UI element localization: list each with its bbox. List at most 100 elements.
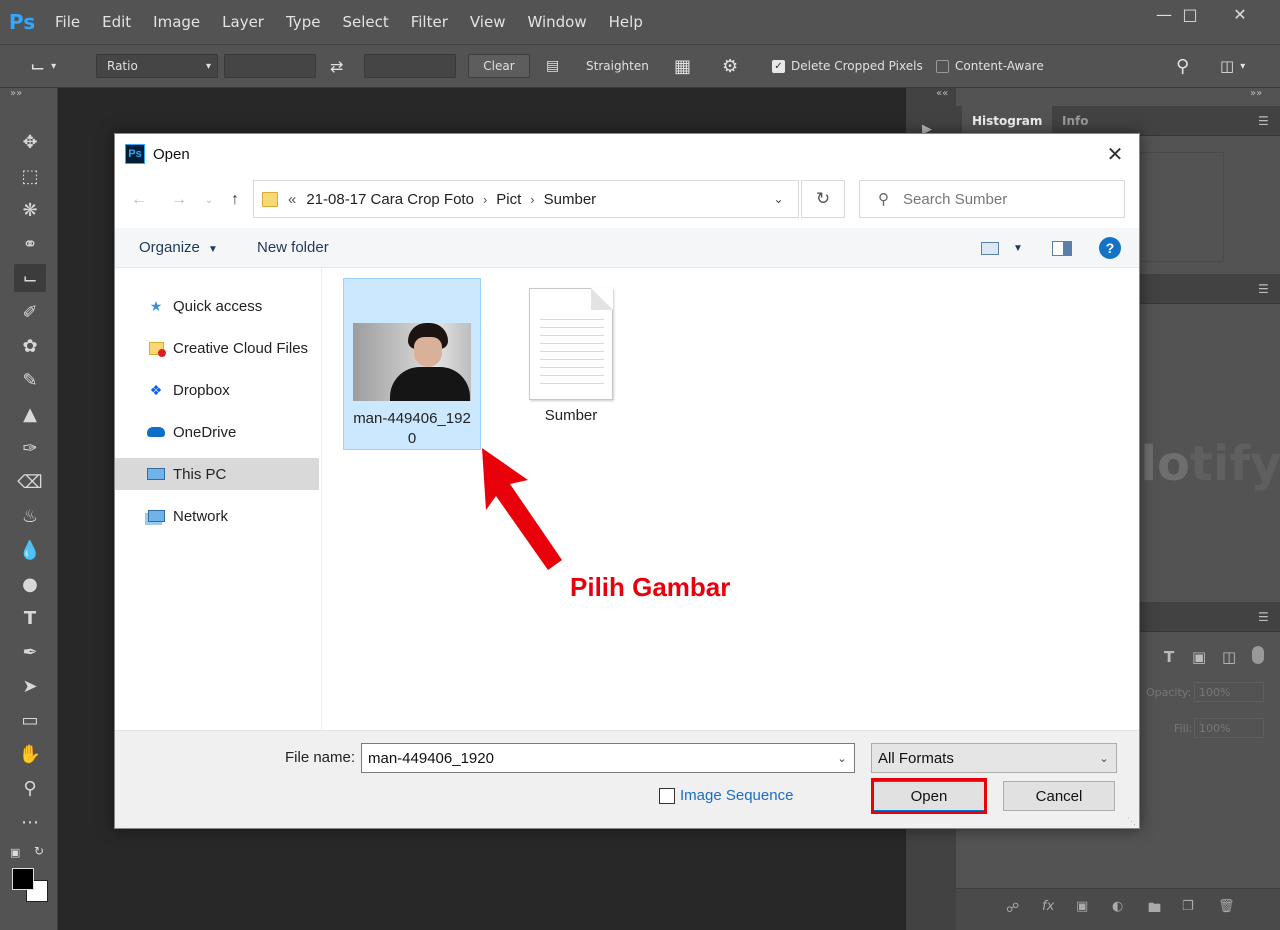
chevron-down-icon[interactable]: ⌄ xyxy=(758,181,798,217)
crop-tool-preset-icon[interactable]: ⌙ ▾ xyxy=(30,54,78,78)
link-layers-icon[interactable]: ☍ xyxy=(1006,901,1019,916)
tab-info[interactable]: Info xyxy=(1052,106,1098,136)
toolbox-expand-icon[interactable]: »» xyxy=(10,88,22,99)
new-folder-button[interactable]: New folder xyxy=(257,239,329,256)
panel-menu-icon[interactable]: ☰ xyxy=(1258,282,1272,296)
swap-icon[interactable]: ⇄ xyxy=(330,54,343,78)
new-group-icon[interactable]: 🖿 xyxy=(1148,899,1161,921)
delete-cropped-checkbox[interactable]: ✓ Delete Cropped Pixels xyxy=(772,54,923,78)
dialog-close-icon[interactable]: ✕ xyxy=(1101,140,1129,168)
lasso-tool-icon[interactable]: ❋ xyxy=(14,196,46,224)
content-aware-checkbox[interactable]: Content-Aware xyxy=(936,54,1044,78)
file-item-document[interactable]: Sumber xyxy=(509,278,633,428)
breadcrumb-separator-icon[interactable]: › xyxy=(483,192,487,207)
search-icon[interactable]: ⚲ xyxy=(1176,54,1189,78)
rectangle-tool-icon[interactable]: ▭ xyxy=(14,706,46,734)
menu-filter[interactable]: Filter xyxy=(400,0,459,44)
ratio-select[interactable]: Ratio ▾ xyxy=(96,54,218,78)
dodge-tool-icon[interactable]: ● xyxy=(14,570,46,598)
type-tool-icon[interactable]: T xyxy=(14,604,46,632)
menu-help[interactable]: Help xyxy=(598,0,654,44)
move-tool-icon[interactable]: ✥ xyxy=(14,128,46,156)
zoom-tool-icon[interactable]: ⚲ xyxy=(14,774,46,802)
nav-item-this-pc[interactable]: This PC xyxy=(115,458,319,490)
menu-image[interactable]: Image xyxy=(142,0,211,44)
smart-object-filter-icon[interactable]: ◫ xyxy=(1222,648,1236,666)
workspace-icon[interactable]: ◫ ▾ xyxy=(1220,54,1245,78)
brush-tool-icon[interactable]: ✎ xyxy=(14,366,46,394)
path-selection-tool-icon[interactable]: ➤ xyxy=(14,672,46,700)
eyedropper-tool-icon[interactable]: ✐ xyxy=(14,298,46,326)
maximize-icon[interactable]: □ xyxy=(1166,0,1214,28)
preview-pane-icon[interactable] xyxy=(1051,236,1073,260)
file-item-image[interactable]: man-449406_1920 xyxy=(343,278,481,450)
help-icon[interactable]: ? xyxy=(1099,236,1121,260)
refresh-icon[interactable]: ↻ xyxy=(801,180,845,218)
tab-histogram[interactable]: Histogram xyxy=(962,106,1053,136)
panel-menu-icon[interactable]: ☰ xyxy=(1258,610,1272,624)
back-arrow-icon[interactable]: ← xyxy=(127,188,151,212)
breadcrumb-item[interactable]: Pict xyxy=(496,191,521,208)
straighten-icon[interactable]: ▤ xyxy=(546,54,559,78)
menu-layer[interactable]: Layer xyxy=(211,0,275,44)
history-brush-tool-icon[interactable]: ✑ xyxy=(14,434,46,462)
crop-tool-icon[interactable]: ⌙ xyxy=(14,264,46,292)
ratio-width-input[interactable] xyxy=(224,54,316,78)
menu-view[interactable]: View xyxy=(459,0,517,44)
organize-button[interactable]: Organize ▼ xyxy=(139,239,218,256)
fill-field[interactable]: 100% xyxy=(1194,718,1264,738)
address-bar[interactable]: « 21-08-17 Cara Crop Foto › Pict › Sumbe… xyxy=(253,180,799,218)
menu-file[interactable]: File xyxy=(44,0,91,44)
nav-item-network[interactable]: Network xyxy=(115,500,319,532)
blur-tool-icon[interactable]: 💧 xyxy=(14,536,46,564)
healing-brush-tool-icon[interactable]: ✿ xyxy=(14,332,46,360)
add-mask-icon[interactable]: ▣ xyxy=(1076,899,1088,914)
more-tools-icon[interactable]: ⋯ xyxy=(14,808,46,836)
breadcrumb-overflow[interactable]: « xyxy=(288,191,296,208)
menu-type[interactable]: Type xyxy=(275,0,331,44)
gear-icon[interactable]: ⚙ xyxy=(722,54,738,78)
shape-filter-icon[interactable]: ▣ xyxy=(1192,648,1206,666)
filter-toggle[interactable] xyxy=(1252,646,1264,664)
search-input[interactable]: ⚲ Search Sumber xyxy=(859,180,1125,218)
up-arrow-icon[interactable]: ↑ xyxy=(223,188,247,212)
swap-colors-icon[interactable]: ↻ xyxy=(34,844,44,858)
resize-grip-icon[interactable]: ⋱ xyxy=(1127,816,1137,826)
pen-tool-icon[interactable]: ✒ xyxy=(14,638,46,666)
nav-item-creative-cloud-files[interactable]: Creative Cloud Files xyxy=(115,332,319,364)
clear-button[interactable]: Clear xyxy=(468,54,530,78)
format-select[interactable]: All Formats ⌄ xyxy=(871,743,1117,773)
panel-menu-icon[interactable]: ☰ xyxy=(1258,114,1272,128)
panel-expand-icon[interactable]: »» xyxy=(1250,88,1262,99)
nav-item-dropbox[interactable]: ❖ Dropbox xyxy=(115,374,319,406)
breadcrumb-separator-icon[interactable]: › xyxy=(530,192,534,207)
view-options-icon[interactable] xyxy=(979,236,1001,260)
image-sequence-checkbox[interactable]: Image Sequence xyxy=(659,787,793,804)
trash-icon[interactable]: 🗑 xyxy=(1218,899,1235,914)
marquee-tool-icon[interactable]: ⬚ xyxy=(14,162,46,190)
nav-item-onedrive[interactable]: OneDrive xyxy=(115,416,319,448)
overlay-grid-icon[interactable]: ▦ xyxy=(674,54,691,78)
nav-item-quick-access[interactable]: ★ Quick access xyxy=(115,290,319,322)
menu-edit[interactable]: Edit xyxy=(91,0,142,44)
straighten-label[interactable]: Straighten xyxy=(586,54,649,78)
menu-select[interactable]: Select xyxy=(331,0,399,44)
open-button[interactable]: Open xyxy=(873,781,985,811)
panel-collapse-icon[interactable]: «« xyxy=(936,88,948,99)
new-layer-icon[interactable]: ❐ xyxy=(1182,899,1194,914)
hand-tool-icon[interactable]: ✋ xyxy=(14,740,46,768)
recent-locations-chevron-icon[interactable]: ⌄ xyxy=(197,188,221,212)
opacity-field[interactable]: 100% xyxy=(1194,682,1264,702)
adjustment-layer-icon[interactable]: ◐ xyxy=(1112,899,1123,914)
menu-window[interactable]: Window xyxy=(516,0,597,44)
default-colors-icon[interactable]: ▣ xyxy=(10,846,20,859)
fx-icon[interactable]: fx xyxy=(1042,899,1054,914)
forward-arrow-icon[interactable]: → xyxy=(167,188,191,212)
quick-selection-tool-icon[interactable]: ⚭ xyxy=(14,230,46,258)
paint-bucket-tool-icon[interactable]: ♨ xyxy=(14,502,46,530)
clone-stamp-tool-icon[interactable]: ▲ xyxy=(14,400,46,428)
chevron-down-icon[interactable]: ⌄ xyxy=(830,744,854,772)
breadcrumb-item[interactable]: Sumber xyxy=(544,191,597,208)
close-icon[interactable]: ✕ xyxy=(1216,0,1264,28)
foreground-color-swatch[interactable] xyxy=(12,868,34,890)
